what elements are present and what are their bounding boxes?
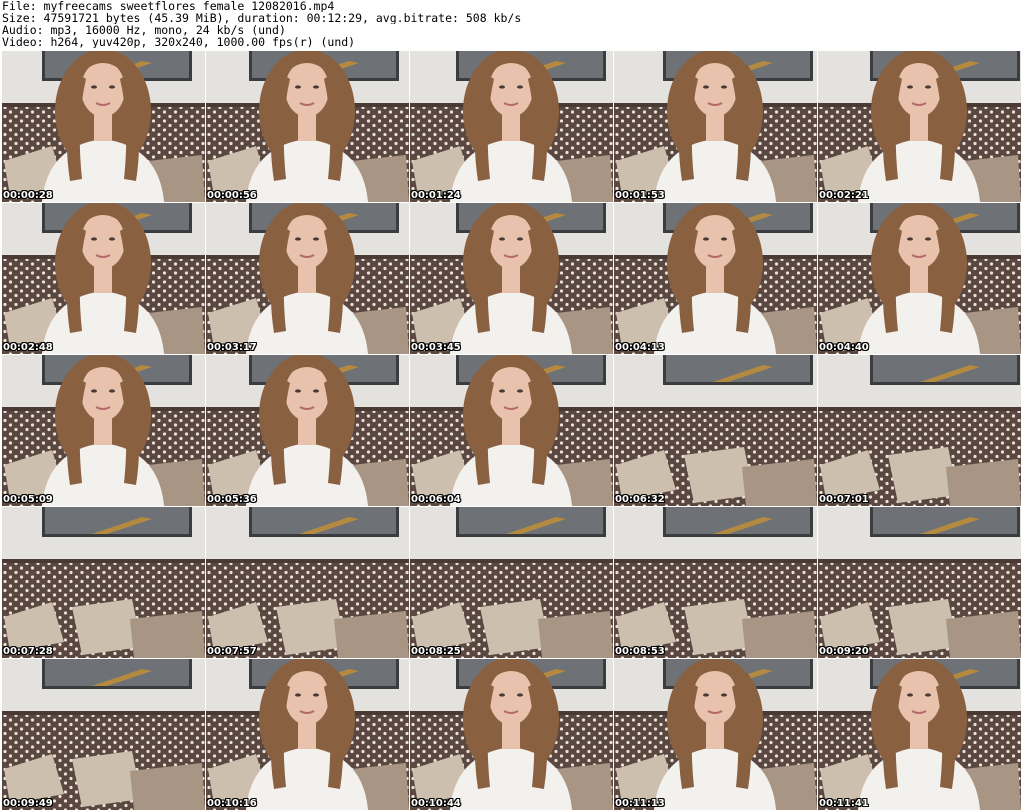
frame-timestamp: 00:00:28: [3, 190, 53, 201]
video-frame-thumbnail: 00:00:28: [2, 51, 205, 202]
video-frame-thumbnail: 00:07:57: [206, 507, 409, 658]
video-frame-thumbnail: 00:06:32: [614, 355, 817, 506]
frame-scene-image: [410, 51, 613, 202]
frame-scene-image: [206, 507, 409, 658]
frame-scene-image: [818, 203, 1021, 354]
frame-timestamp: 00:01:53: [615, 190, 665, 201]
frame-timestamp: 00:06:32: [615, 494, 665, 505]
frame-timestamp: 00:09:49: [3, 798, 53, 809]
frame-scene-image: [818, 51, 1021, 202]
frame-scene-image: [2, 659, 205, 810]
frame-timestamp: 00:08:25: [411, 646, 461, 657]
frame-timestamp: 00:07:28: [3, 646, 53, 657]
frame-scene-image: [410, 507, 613, 658]
video-frame-thumbnail: 00:00:56: [206, 51, 409, 202]
video-frame-thumbnail: 00:05:36: [206, 355, 409, 506]
frame-timestamp: 00:07:57: [207, 646, 257, 657]
video-frame-thumbnail: 00:02:48: [2, 203, 205, 354]
video-frame-thumbnail: 00:11:13: [614, 659, 817, 810]
frame-timestamp: 00:05:36: [207, 494, 257, 505]
audio-info-line: Audio: mp3, 16000 Hz, mono, 24 kb/s (und…: [2, 24, 286, 36]
video-frame-thumbnail: 00:03:17: [206, 203, 409, 354]
frame-scene-image: [410, 203, 613, 354]
frame-timestamp: 00:07:01: [819, 494, 869, 505]
frame-scene-image: [206, 51, 409, 202]
video-frame-thumbnail: 00:07:28: [2, 507, 205, 658]
video-frame-thumbnail: 00:09:49: [2, 659, 205, 810]
frame-scene-image: [206, 203, 409, 354]
video-frame-thumbnail: 00:04:13: [614, 203, 817, 354]
frame-scene-image: [614, 507, 817, 658]
frame-scene-image: [818, 659, 1021, 810]
video-info-line: Video: h264, yuv420p, 320x240, 1000.00 f…: [2, 36, 356, 48]
video-frame-thumbnail: 00:07:01: [818, 355, 1021, 506]
frame-timestamp: 00:10:44: [411, 798, 461, 809]
frame-scene-image: [614, 659, 817, 810]
frame-timestamp: 00:05:09: [3, 494, 53, 505]
frame-scene-image: [2, 355, 205, 506]
frame-timestamp: 00:03:45: [411, 342, 461, 353]
video-frame-thumbnail: 00:01:24: [410, 51, 613, 202]
frame-timestamp: 00:11:13: [615, 798, 665, 809]
frame-timestamp: 00:01:24: [411, 190, 461, 201]
frame-scene-image: [614, 203, 817, 354]
video-frame-thumbnail: 00:08:53: [614, 507, 817, 658]
frame-timestamp: 00:09:20: [819, 646, 869, 657]
frame-timestamp: 00:08:53: [615, 646, 665, 657]
file-info-header: File: myfreecams_sweetflores_female_1208…: [2, 0, 1022, 50]
frame-timestamp: 00:02:48: [3, 342, 53, 353]
video-frame-thumbnail: 00:09:20: [818, 507, 1021, 658]
file-size-line: Size: 47591721 bytes (45.39 MiB), durati…: [2, 12, 522, 24]
file-name-line: File: myfreecams_sweetflores_female_1208…: [2, 0, 335, 12]
video-frame-thumbnail: 00:10:16: [206, 659, 409, 810]
frame-timestamp: 00:03:17: [207, 342, 257, 353]
video-frame-thumbnail: 00:08:25: [410, 507, 613, 658]
frame-timestamp: 00:10:16: [207, 798, 257, 809]
video-frame-thumbnail: 00:05:09: [2, 355, 205, 506]
frame-scene-image: [2, 203, 205, 354]
video-frame-thumbnail: 00:06:04: [410, 355, 613, 506]
frame-scene-image: [2, 507, 205, 658]
video-frame-thumbnail: 00:01:53: [614, 51, 817, 202]
video-frame-thumbnail: 00:02:21: [818, 51, 1021, 202]
frame-scene-image: [206, 355, 409, 506]
frame-timestamp: 00:06:04: [411, 494, 461, 505]
thumbnail-grid: 00:00:28 00:00:56 00:01:24 00:01:53 00:02:21…: [2, 51, 1022, 811]
frame-scene-image: [614, 51, 817, 202]
frame-timestamp: 00:04:13: [615, 342, 665, 353]
frame-timestamp: 00:04:40: [819, 342, 869, 353]
frame-scene-image: [614, 355, 817, 506]
frame-scene-image: [206, 659, 409, 810]
frame-scene-image: [2, 51, 205, 202]
video-frame-thumbnail: 00:04:40: [818, 203, 1021, 354]
frame-timestamp: 00:02:21: [819, 190, 869, 201]
frame-scene-image: [818, 507, 1021, 658]
frame-timestamp: 00:11:41: [819, 798, 869, 809]
video-frame-thumbnail: 00:11:41: [818, 659, 1021, 810]
frame-timestamp: 00:00:56: [207, 190, 257, 201]
video-frame-thumbnail: 00:10:44: [410, 659, 613, 810]
video-frame-thumbnail: 00:03:45: [410, 203, 613, 354]
frame-scene-image: [410, 355, 613, 506]
frame-scene-image: [818, 355, 1021, 506]
frame-scene-image: [410, 659, 613, 810]
